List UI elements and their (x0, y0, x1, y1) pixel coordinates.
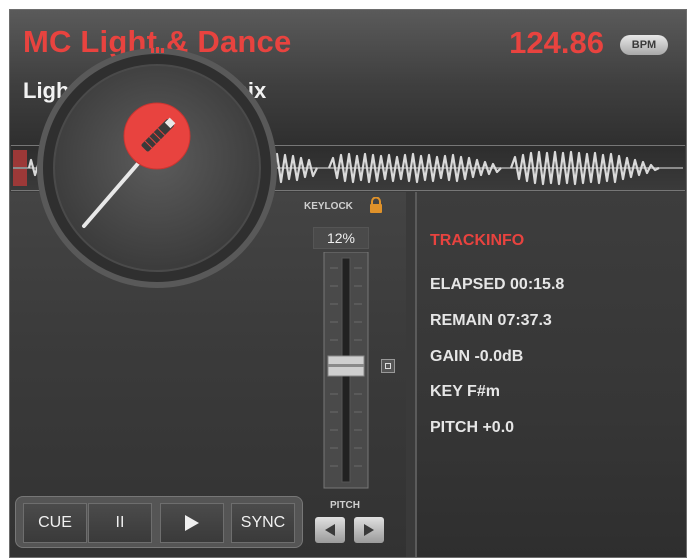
cue-button[interactable]: CUE (23, 503, 87, 543)
pitch-fader[interactable] (316, 252, 376, 490)
info-elapsed: ELAPSED 00:15.8 (430, 276, 565, 293)
keylock-label: KEYLOCK (304, 201, 353, 212)
pause-button[interactable]: II (88, 503, 152, 543)
lock-icon[interactable] (369, 197, 383, 214)
bpm-value: 124.86 (509, 25, 604, 60)
pause-icon: II (115, 514, 125, 531)
sync-button[interactable]: SYNC (231, 503, 295, 543)
bpm-badge[interactable]: BPM (620, 35, 668, 55)
info-pitch: PITCH +0.0 (430, 419, 515, 436)
pitch-label: PITCH (330, 500, 360, 511)
platter-marker (151, 47, 164, 53)
play-icon (185, 515, 199, 531)
info-key: KEY F#m (430, 383, 500, 400)
pitch-fader-handle (327, 355, 365, 377)
transport-bar: CUE II SYNC (15, 496, 303, 548)
arrow-right-icon (364, 524, 374, 536)
trackinfo-title: TRACKINFO (430, 232, 525, 249)
pitch-up-button[interactable] (354, 517, 384, 543)
pitch-down-button[interactable] (315, 517, 345, 543)
pitch-readout: 12% (313, 227, 369, 249)
play-button[interactable] (160, 503, 224, 543)
pitch-reset-button[interactable] (381, 359, 395, 373)
info-gain: GAIN -0.0dB (430, 348, 524, 365)
arrow-left-icon (325, 524, 335, 536)
info-remain: REMAIN 07:37.3 (430, 312, 552, 329)
jog-wheel[interactable] (22, 40, 292, 290)
